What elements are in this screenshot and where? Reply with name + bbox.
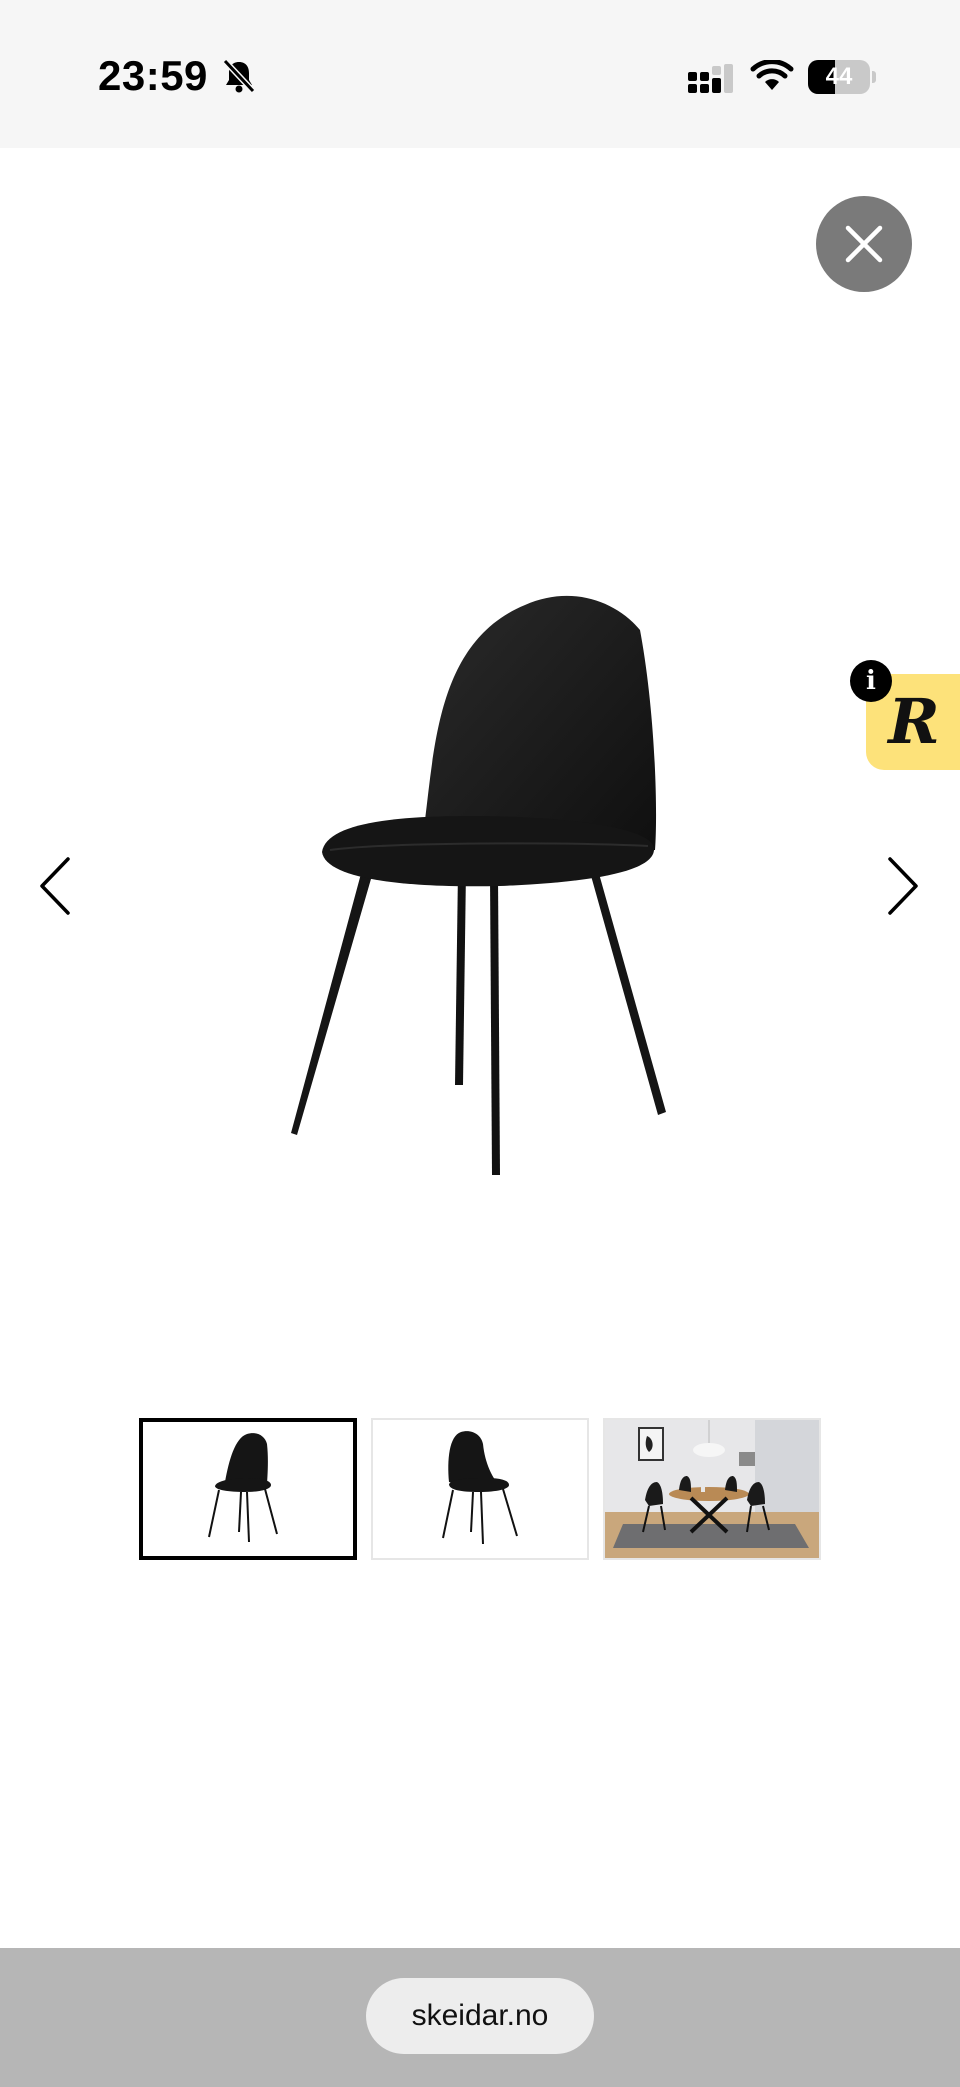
info-icon[interactable]: i	[850, 660, 892, 702]
battery-icon: 44	[808, 60, 870, 94]
browser-bottom-bar: skeidar.no	[0, 1948, 960, 2087]
status-bar: 23:59 44	[0, 0, 960, 148]
main-product-image	[291, 595, 666, 1175]
battery-nub	[872, 71, 876, 83]
wifi-icon	[750, 60, 794, 90]
chair-thumbnail-image	[208, 1433, 278, 1543]
battery-level: 44	[825, 63, 853, 90]
bell-slash-icon	[222, 58, 256, 94]
status-time: 23:59	[98, 52, 208, 99]
close-icon	[845, 225, 883, 263]
rebate-widget[interactable]: R i	[850, 660, 960, 770]
chair-thumbnail-image	[442, 1431, 518, 1545]
dining-room-thumbnail-image	[605, 1420, 819, 1558]
thumbnail-3[interactable]	[603, 1418, 821, 1560]
thumbnail-1[interactable]	[139, 1418, 357, 1560]
chevron-right-icon[interactable]	[880, 855, 924, 917]
url-address-pill[interactable]: skeidar.no	[366, 1978, 594, 2054]
close-button[interactable]	[816, 196, 912, 292]
thumbnail-strip	[139, 1418, 822, 1562]
chevron-left-icon[interactable]	[34, 855, 78, 917]
signal-icon	[688, 64, 733, 93]
thumbnail-2[interactable]	[371, 1418, 589, 1560]
